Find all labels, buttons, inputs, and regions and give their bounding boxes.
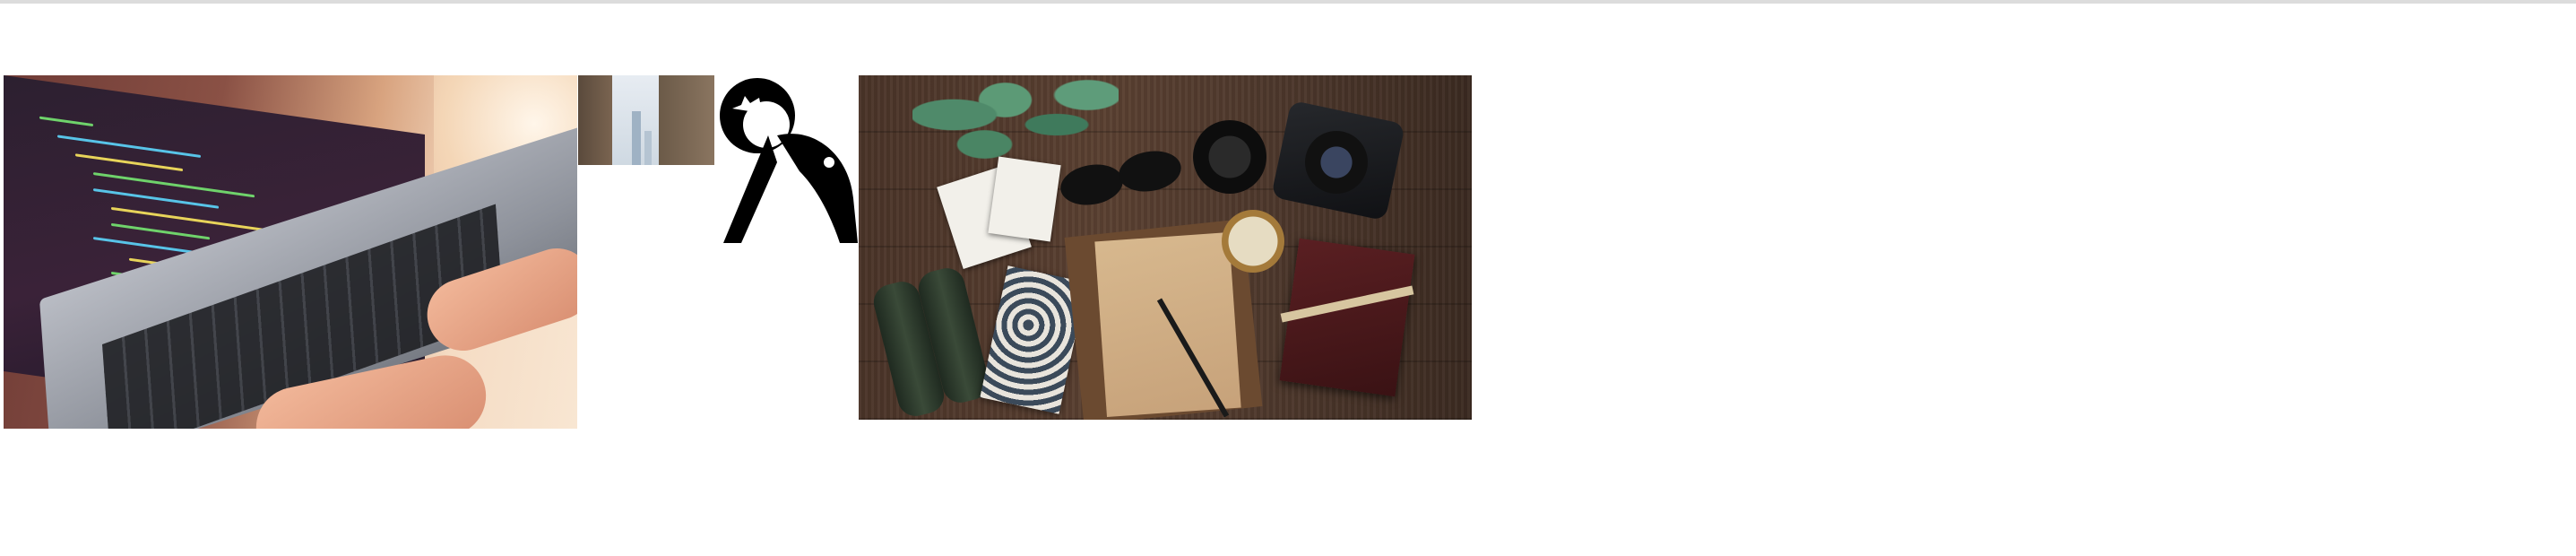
page-canvas — [0, 0, 2576, 556]
right-building — [659, 75, 714, 165]
travel-flatlay-image[interactable] — [859, 75, 1472, 420]
code-line — [39, 116, 93, 127]
laptop-coding-image[interactable] — [4, 75, 577, 429]
camera-lens — [1193, 120, 1266, 194]
city-street-image[interactable] — [578, 75, 714, 165]
sunglasses-lens — [1115, 146, 1185, 196]
code-line — [75, 153, 183, 172]
left-building — [578, 75, 612, 165]
polaroid-photo — [988, 156, 1061, 242]
compass — [1222, 210, 1284, 273]
code-line — [93, 188, 219, 209]
camera-lens-front — [1305, 131, 1368, 194]
logo-icon — [720, 78, 858, 243]
code-line — [111, 222, 210, 240]
distant-tower — [632, 111, 641, 165]
top-divider — [0, 0, 2576, 4]
logo-image[interactable] — [714, 73, 858, 246]
kraft-paper — [1094, 232, 1241, 417]
distant-tower — [644, 131, 652, 165]
